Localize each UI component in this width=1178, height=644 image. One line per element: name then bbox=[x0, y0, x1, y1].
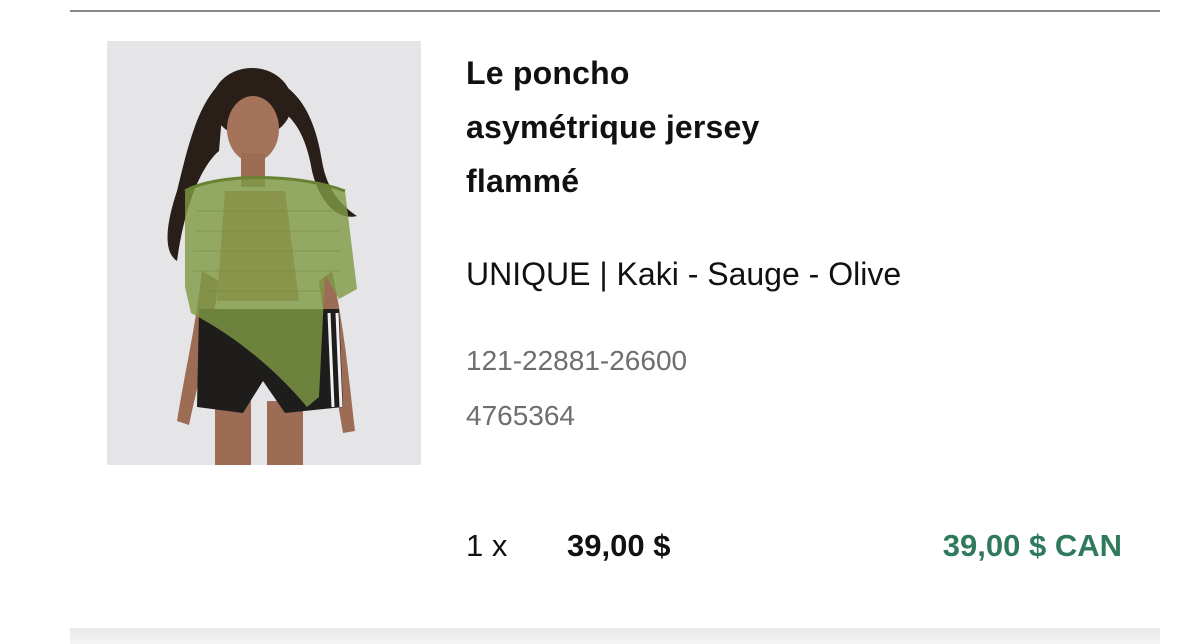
product-title[interactable]: Le poncho asymétrique jersey flammé bbox=[466, 46, 846, 208]
total-price: 39,00 $ CAN bbox=[942, 528, 1122, 563]
product-title-line-2: asymétrique jersey bbox=[466, 109, 760, 145]
product-photo-illustration bbox=[107, 41, 421, 465]
top-divider bbox=[70, 10, 1160, 12]
product-title-line-3: flammé bbox=[466, 163, 580, 199]
product-code: 4765364 bbox=[466, 400, 576, 431]
bottom-divider bbox=[70, 628, 1160, 644]
sku-number: 121-22881-26600 bbox=[466, 345, 688, 376]
product-title-line-1: Le poncho bbox=[466, 55, 630, 91]
variant-label: UNIQUE | Kaki - Sauge - Olive bbox=[466, 256, 902, 292]
product-image[interactable] bbox=[107, 41, 421, 465]
quantity-label: 1 x bbox=[466, 528, 508, 563]
unit-price: 39,00 $ bbox=[567, 528, 671, 563]
